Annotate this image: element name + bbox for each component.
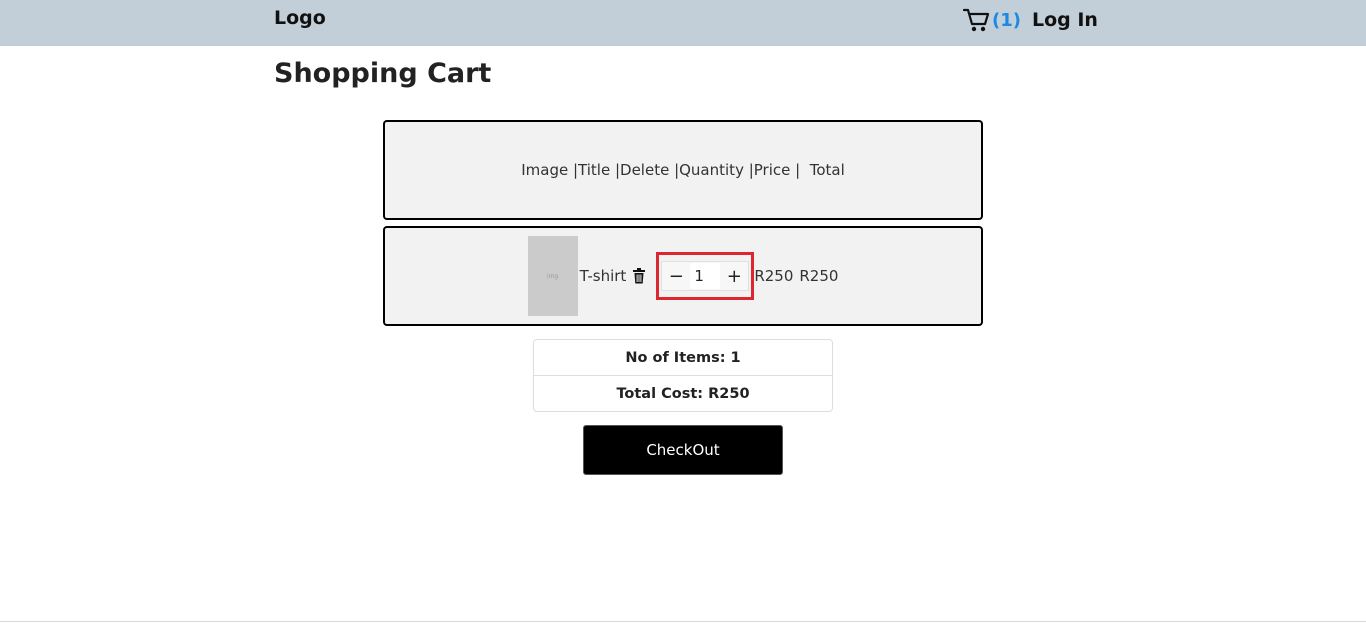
cart-header-row: Image |Title |Delete |Quantity |Price | …	[383, 120, 983, 220]
product-thumbnail: img	[527, 236, 578, 316]
nav-right: (1) Log In	[962, 6, 1098, 34]
logo[interactable]: Logo	[274, 7, 326, 29]
total-cost: Total Cost: R250	[534, 375, 832, 411]
item-price: R250	[754, 267, 794, 285]
cart-count-badge[interactable]: (1)	[992, 10, 1021, 31]
cart-item: img T-shirt − + R250 R250	[527, 236, 839, 316]
quantity-input[interactable]	[690, 263, 721, 289]
top-navbar: Logo (1) Log In	[0, 0, 1366, 46]
page-title: Shopping Cart	[274, 58, 492, 89]
items-count: No of Items: 1	[625, 349, 741, 366]
cart-summary: No of Items: 1 Total Cost: R250	[533, 339, 833, 412]
cart-header-text: Image |Title |Delete |Quantity |Price | …	[521, 161, 845, 179]
product-title: T-shirt	[579, 267, 627, 285]
login-link[interactable]: Log In	[1032, 9, 1098, 31]
quantity-stepper: − +	[656, 252, 755, 300]
cart-item-row: img T-shirt − + R250 R250	[383, 226, 983, 326]
quantity-controls: − +	[661, 261, 750, 291]
decrement-button[interactable]: −	[662, 262, 690, 290]
increment-button[interactable]: +	[720, 262, 748, 290]
thumbnail-caption: img	[546, 272, 559, 280]
checkout-button[interactable]: CheckOut	[583, 425, 783, 475]
shopping-cart-icon[interactable]	[962, 7, 991, 33]
trash-icon[interactable]	[632, 268, 646, 284]
bottom-divider	[0, 621, 1366, 622]
item-total: R250	[799, 267, 839, 285]
